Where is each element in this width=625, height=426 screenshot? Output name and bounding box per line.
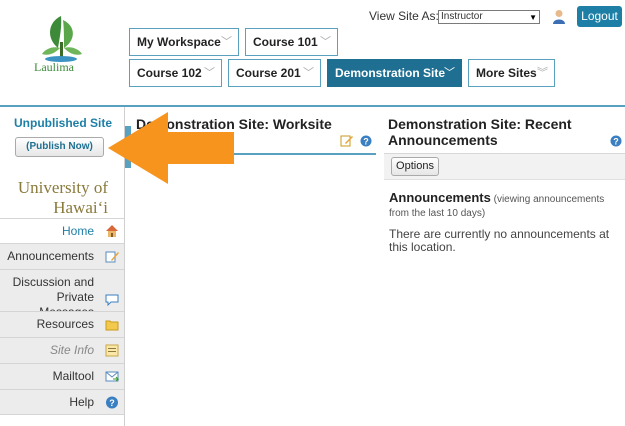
folder-icon [105,320,119,331]
edit-icon[interactable] [340,134,353,147]
site-info-icon [105,344,119,357]
tool-label: Home [61,224,94,238]
header: Laulima View Site As: Instructor ▼ Logou… [0,0,625,104]
chevron-down-icon[interactable]: ﹀ [320,29,331,55]
announcements-panel-title: Demonstration Site: Recent Announcements [388,116,572,148]
tab-label: My Workspace [137,35,221,49]
tab-demonstration-site[interactable]: Demonstration Site ﹀ [327,59,462,87]
tab-course-102[interactable]: Course 102 ﹀ [129,59,222,87]
chevron-down-icon[interactable]: ﹀ [303,60,314,86]
tool-label: Help [69,395,94,409]
tab-label: Demonstration Site [335,66,446,80]
help-icon: ? [106,396,118,409]
svg-text:?: ? [613,137,619,147]
tool-label: Site Info [49,343,94,357]
logout-button[interactable]: Logout [577,6,622,27]
chevron-down-icon[interactable]: ﹀ [221,29,232,55]
announcements-icon [105,251,119,263]
help-icon[interactable]: ? [610,135,622,147]
home-icon [106,225,118,237]
double-chevron-down-icon[interactable]: ︾ [537,60,548,86]
tab-label: More Sites [476,66,537,80]
publish-now-button[interactable]: (Publish Now) [15,137,104,157]
view-site-as-select[interactable]: Instructor ▼ [438,10,540,24]
university-of-hawaii-logo: University of Hawaiʻi [0,178,108,218]
tab-course-201[interactable]: Course 201 ﹀ [228,59,321,87]
tool-discussion-messages[interactable]: Discussion and Private Messages [0,269,124,319]
tab-course-101[interactable]: Course 101 ﹀ [245,28,338,56]
unpublished-site-label: Unpublished Site [14,116,113,130]
chevron-down-icon[interactable]: ﹀ [204,60,215,86]
chevron-down-icon[interactable]: ﹀ [444,60,455,86]
view-site-as-value: Instructor [441,11,483,22]
tool-label: Mailtool [52,369,94,383]
header-divider [0,105,625,107]
announcements-heading-title: Announcements [389,190,491,205]
tool-label: Announcements [7,249,94,263]
tool-announcements[interactable]: Announcements [0,243,124,269]
tab-label: Course 101 [253,35,318,49]
orange-pointer-arrow-icon [108,112,234,184]
tab-more-sites[interactable]: More Sites ︾ [468,59,555,87]
dropdown-arrow-icon: ▼ [529,13,537,22]
university-line-2: Hawaiʻi [53,198,108,217]
mail-icon [105,371,119,382]
tool-mailtool[interactable]: Mailtool [0,363,124,389]
tool-label: Resources [36,317,94,331]
view-site-as-label: View Site As: [369,9,439,23]
university-line-1: University of [17,178,108,197]
tool-resources[interactable]: Resources [0,311,124,337]
tool-home[interactable]: Home [0,218,124,243]
no-announcements-message: There are currently no announcements at … [389,227,610,254]
chat-bubble-icon [105,294,119,306]
tool-help[interactable]: Help ? [0,389,124,415]
logo-text: Laulima [34,60,74,74]
tool-site-info[interactable]: Site Info [0,337,124,363]
tab-my-workspace[interactable]: My Workspace ﹀ [129,28,239,56]
options-button[interactable]: Options [391,157,439,176]
tab-label: Course 201 [236,66,301,80]
tool-menu: Home Announcements Discussion and Privat… [0,218,124,415]
announcements-heading: Announcements (viewing announcements fro… [389,191,619,221]
svg-text:?: ? [109,398,115,408]
help-icon[interactable]: ? [360,135,372,147]
tab-label: Course 102 [137,66,202,80]
svg-text:?: ? [363,137,369,147]
user-icon[interactable] [552,9,566,24]
